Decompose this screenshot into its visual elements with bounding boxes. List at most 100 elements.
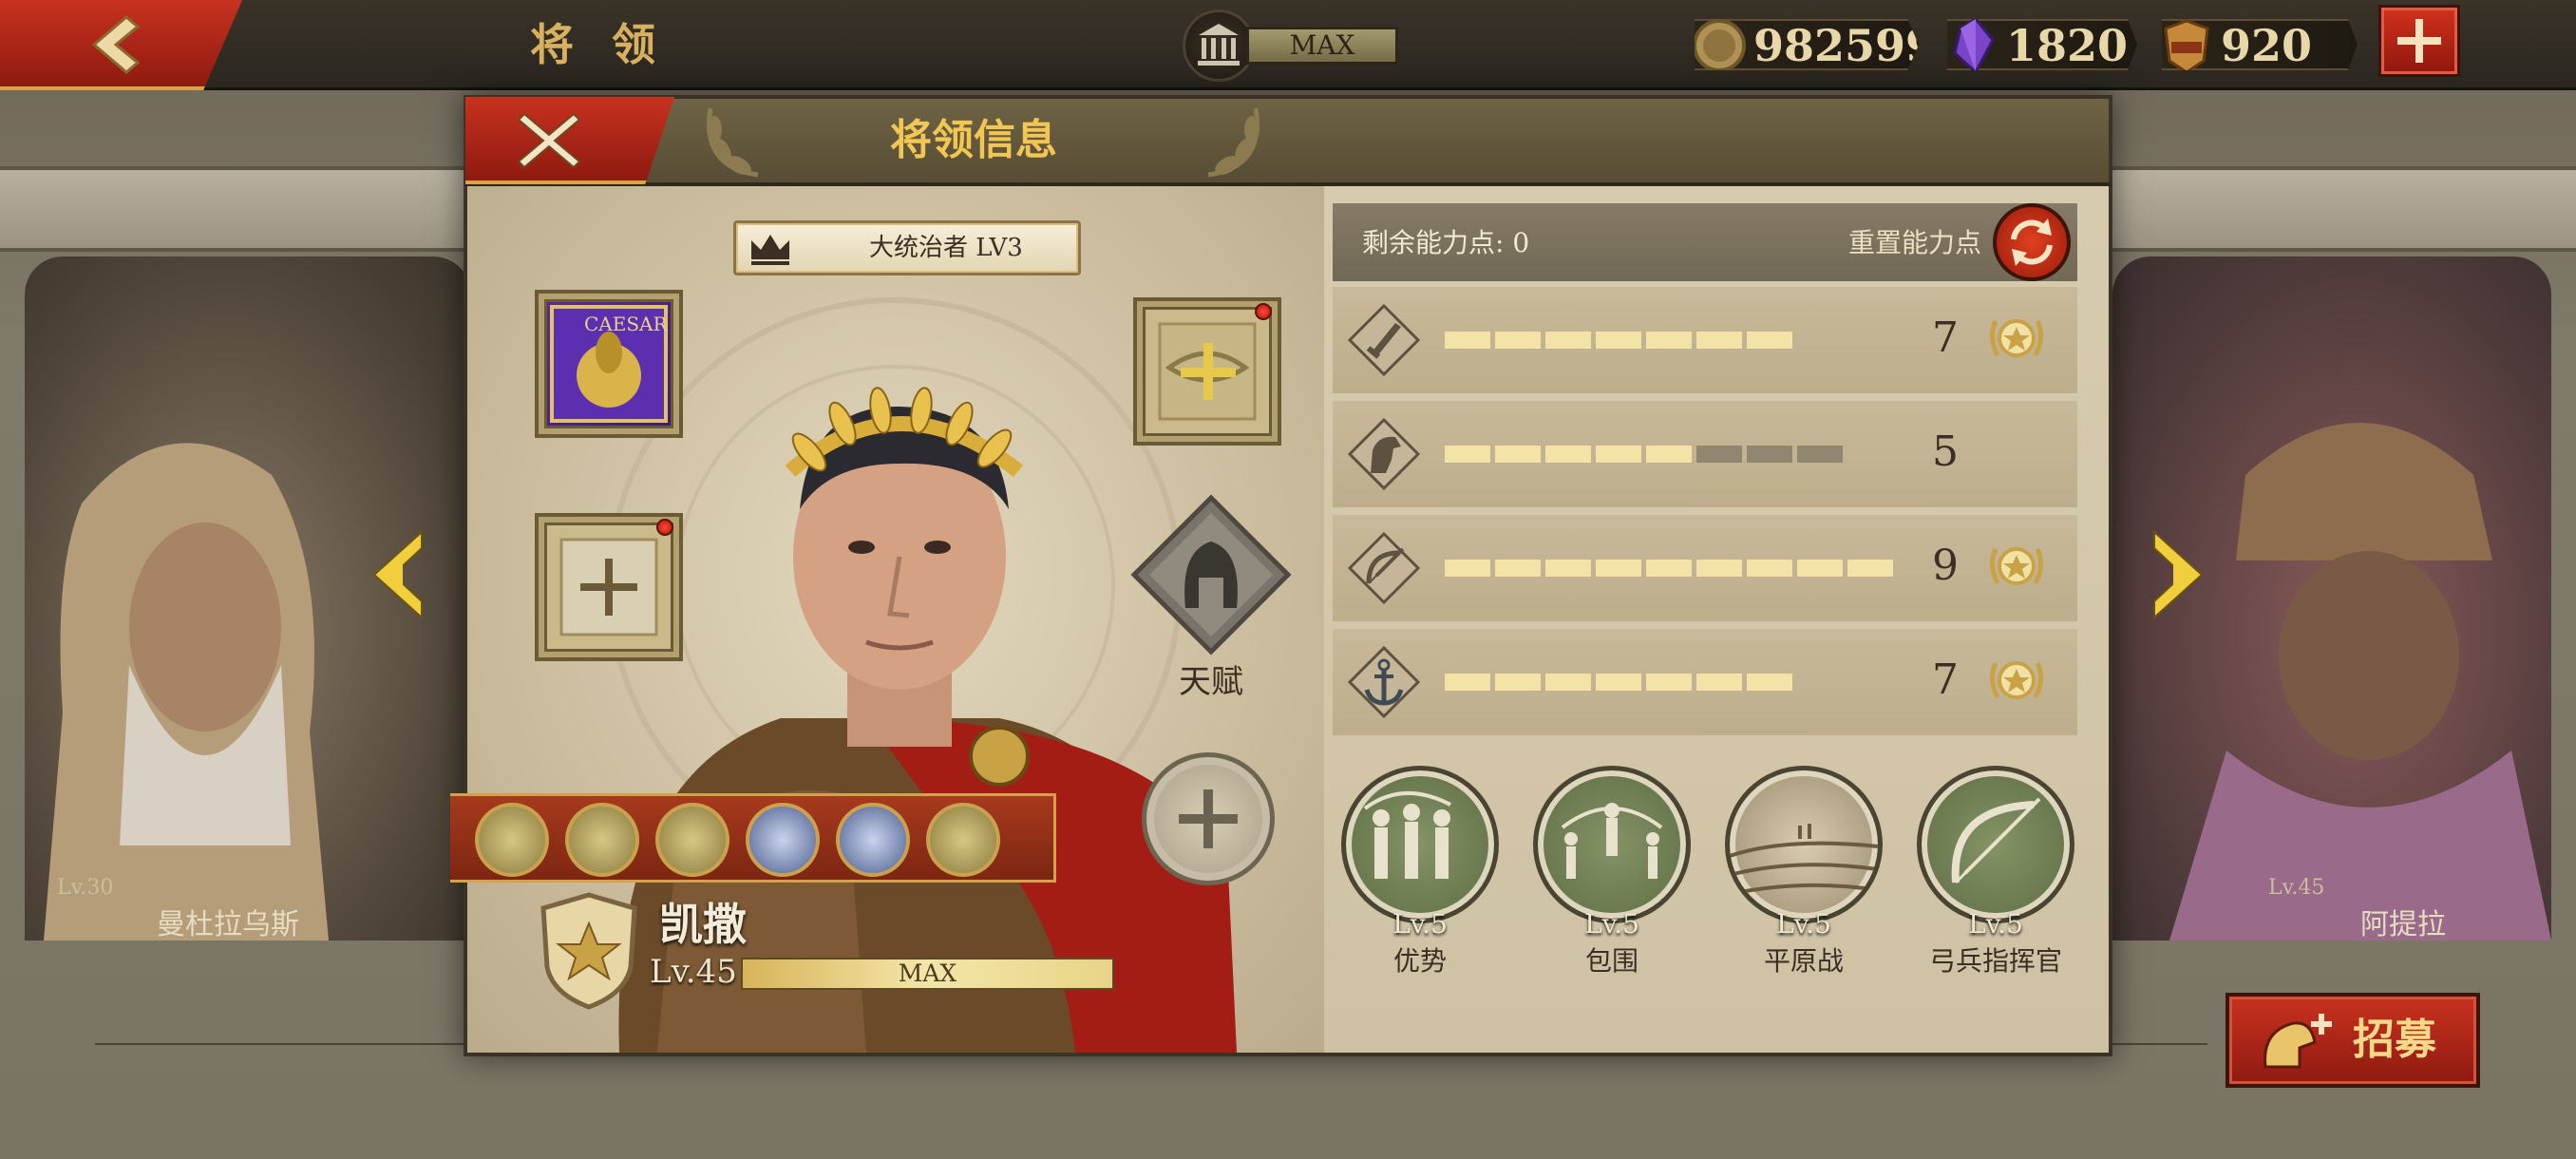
stat-row-cavalry: 5 — [1333, 401, 2077, 507]
star-badge-icon — [1990, 661, 2043, 699]
reset-points-button[interactable] — [1993, 203, 2071, 281]
gem-icon — [1953, 19, 1995, 70]
troop-skill-name: 包围 — [1584, 945, 1638, 977]
stat-bar — [1445, 674, 1797, 691]
divider-left — [95, 1043, 465, 1045]
troop-skill-level: Lv.5 — [1392, 908, 1448, 940]
stat-bar-segment — [1797, 560, 1843, 577]
bow-icon — [1348, 532, 1420, 604]
recruit-label: 招募 — [2353, 1016, 2436, 1064]
gem-counter: 1820 — [1947, 19, 2137, 70]
stat-bar-segment — [1495, 332, 1541, 349]
skill-icon-4[interactable] — [746, 803, 820, 877]
equipment-slot-banner[interactable]: CAESAR — [535, 290, 683, 438]
talent-helmet-icon[interactable] — [1130, 494, 1292, 656]
stat-bar-segment — [1646, 446, 1692, 463]
stat-bar — [1445, 560, 1898, 577]
stat-bar-segment — [1747, 446, 1792, 463]
next-hero-arrow-icon[interactable] — [2145, 527, 2211, 622]
add-resource-button[interactable] — [2378, 5, 2460, 77]
stat-bar-segment — [1445, 446, 1490, 463]
skill-icon-2[interactable] — [565, 803, 639, 877]
troop-skill-name: 弓兵指挥官 — [1928, 945, 2062, 977]
coin-icon — [1695, 19, 1746, 70]
skill-icon-6[interactable] — [926, 803, 1000, 877]
stat-bar-segment — [1545, 446, 1591, 463]
rank-title-text: 大统治者 LV3 — [869, 234, 1023, 262]
star-badge-icon — [1990, 319, 2043, 357]
skill-icon-1[interactable] — [475, 803, 549, 877]
encircle-icon — [1561, 803, 1663, 879]
troop-skill-level: Lv.5 — [1968, 908, 2023, 940]
add-skill-button[interactable] — [1142, 752, 1275, 885]
stat-bar-segment — [1495, 674, 1541, 691]
troop-skill-plains[interactable] — [1725, 766, 1883, 923]
recruit-button[interactable]: 招募 — [2226, 993, 2480, 1088]
plains-terrain-icon — [1730, 824, 1878, 896]
reset-points-label: 重置能力点 — [1848, 227, 1982, 258]
stat-row-infantry: 7 — [1333, 287, 2077, 393]
troop-skill-level: Lv.5 — [1584, 908, 1639, 940]
stat-bar-segment — [1596, 446, 1641, 463]
right-hero-name: 阿提拉 — [2360, 908, 2446, 941]
troop-skill-archer-commander[interactable] — [1917, 766, 2074, 923]
hero-name: 凯撒 — [659, 899, 747, 950]
stat-bar-segment — [1596, 560, 1641, 577]
notification-dot — [1255, 303, 1272, 320]
stat-row-archer: 9 — [1333, 515, 2077, 621]
spqr-counter: 920 — [2162, 19, 2358, 70]
troop-skill-advantage[interactable] — [1341, 766, 1499, 923]
stat-bar-segment — [1747, 332, 1792, 349]
plus-icon — [1179, 789, 1238, 848]
stat-bar-segment — [1747, 674, 1792, 691]
stat-bar-segment — [1797, 446, 1843, 463]
dialog-title: 将领信息 — [890, 116, 1057, 164]
star-badge-icon — [1990, 547, 2043, 585]
stat-value: 5 — [1932, 428, 1959, 476]
stat-bar-segment — [1445, 560, 1490, 577]
spqr-badge-icon — [2164, 19, 2209, 70]
eye-of-horus-icon — [1158, 322, 1257, 421]
troop-skill-name: 平原战 — [1763, 945, 1844, 977]
skill-icon-5[interactable] — [836, 803, 910, 877]
back-button[interactable] — [0, 0, 242, 90]
previous-hero-arrow-icon[interactable] — [365, 527, 431, 622]
stat-value: 9 — [1932, 542, 1959, 590]
stat-bar-segment — [1495, 446, 1541, 463]
rank-star-shield-icon — [540, 892, 637, 1010]
hero-level: Lv.45 — [650, 953, 737, 991]
plus-icon — [2397, 19, 2441, 63]
troop-skill-level: Lv.5 — [1776, 908, 1831, 940]
equipment-slot-empty[interactable] — [535, 513, 683, 661]
building-icon[interactable] — [1183, 10, 1255, 82]
stat-bar-segment — [1596, 674, 1641, 691]
stat-value: 7 — [1932, 656, 1959, 704]
stat-bar-segment — [1445, 332, 1490, 349]
left-hero-name: 曼杜拉乌斯 — [157, 908, 299, 941]
stat-bar-segment — [1696, 332, 1742, 349]
hero-exp-bar: MAX — [741, 958, 1114, 990]
stat-bar-segment — [1696, 560, 1742, 577]
stat-bar-segment — [1646, 674, 1692, 691]
back-arrow-icon — [91, 15, 141, 74]
horse-icon — [1348, 418, 1420, 490]
stat-bar-segment — [1696, 674, 1742, 691]
artifact-slot[interactable] — [1133, 297, 1281, 446]
bow-arrow-icon — [1951, 797, 2041, 884]
coin-value: 982599 — [1753, 20, 1937, 71]
stat-bar-segment — [1847, 560, 1893, 577]
building-level-max: MAX — [1246, 27, 1398, 65]
right-hero-level: Lv.45 — [2268, 876, 2325, 900]
stat-row-navy: 7 — [1333, 629, 2077, 735]
divider-right — [2112, 1043, 2207, 1045]
skill-icon-3[interactable] — [655, 803, 729, 877]
stat-bar-segment — [1445, 674, 1490, 691]
archers-formation-icon — [1363, 790, 1451, 879]
troop-skill-encircle[interactable] — [1533, 766, 1691, 923]
stat-value: 7 — [1932, 314, 1959, 362]
close-button[interactable] — [465, 97, 674, 184]
stat-bar — [1445, 332, 1797, 349]
stat-bar-segment — [1545, 674, 1591, 691]
stat-bar-segment — [1747, 560, 1792, 577]
remaining-points: 剩余能力点: 0 — [1362, 227, 1530, 258]
